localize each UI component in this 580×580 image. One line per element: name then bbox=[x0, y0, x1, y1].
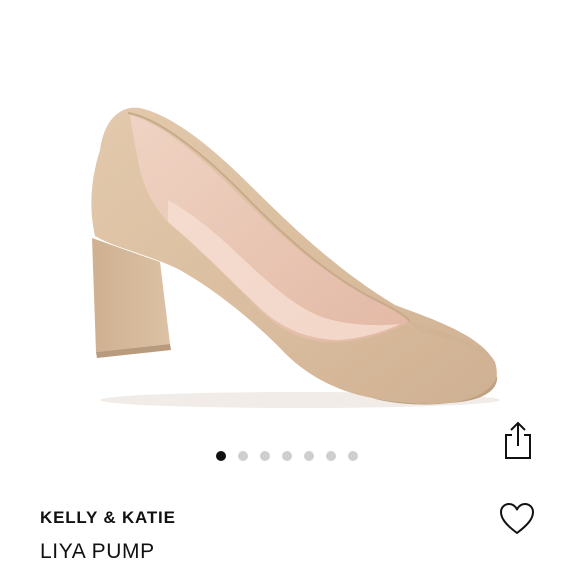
carousel-dot-5[interactable] bbox=[304, 451, 314, 461]
carousel-dot-6[interactable] bbox=[326, 451, 336, 461]
carousel-dot-3[interactable] bbox=[260, 451, 270, 461]
brand-name[interactable]: KELLY & KATIE bbox=[40, 508, 176, 528]
image-carousel-dots bbox=[216, 451, 358, 461]
share-icon bbox=[505, 421, 531, 459]
product-image[interactable] bbox=[0, 0, 580, 440]
product-title: LIYA PUMP bbox=[40, 540, 155, 563]
carousel-dot-1[interactable] bbox=[216, 451, 226, 461]
like-button[interactable] bbox=[496, 498, 538, 540]
carousel-dot-4[interactable] bbox=[282, 451, 292, 461]
carousel-dot-2[interactable] bbox=[238, 451, 248, 461]
carousel-dot-7[interactable] bbox=[348, 451, 358, 461]
product-listing-screen: KELLY & KATIE LIYA PUMP bbox=[0, 0, 580, 580]
shoe-illustration bbox=[91, 107, 500, 408]
share-button[interactable] bbox=[500, 418, 536, 462]
heart-outline-icon bbox=[500, 503, 534, 534]
